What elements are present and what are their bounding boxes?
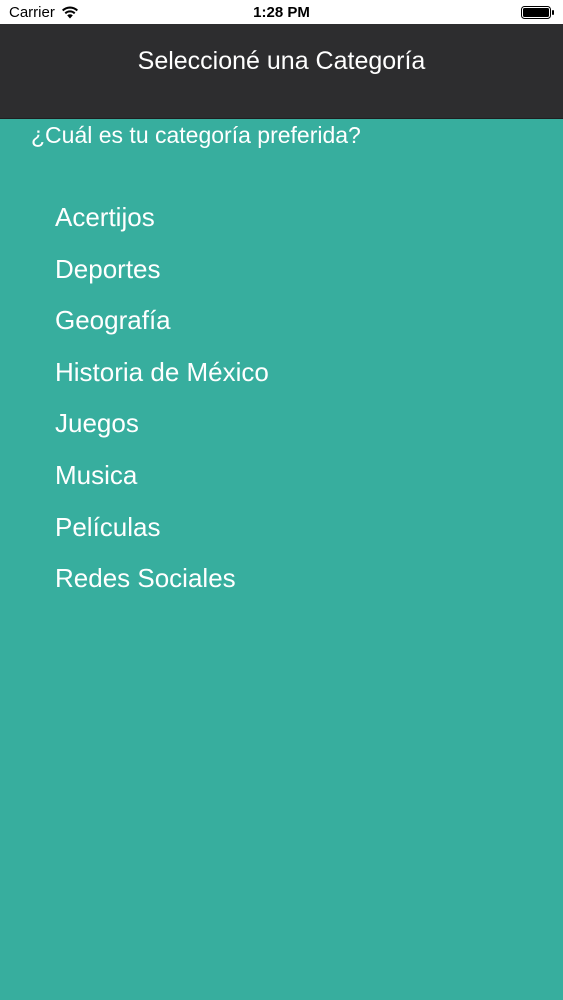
category-item-deportes[interactable]: Deportes — [55, 249, 269, 301]
category-item-historia-de-mexico[interactable]: Historia de México — [55, 352, 269, 404]
category-item-juegos[interactable]: Juegos — [55, 403, 269, 455]
category-item-redes-sociales[interactable]: Redes Sociales — [55, 558, 269, 610]
category-list: Acertijos Deportes Geografía Historia de… — [55, 197, 269, 610]
category-item-peliculas[interactable]: Películas — [55, 507, 269, 559]
category-item-geografia[interactable]: Geografía — [55, 300, 269, 352]
nav-title: Seleccioné una Categoría — [137, 47, 426, 75]
navigation-bar: Seleccioné una Categoría — [0, 24, 563, 119]
category-item-acertijos[interactable]: Acertijos — [55, 197, 269, 249]
category-question: ¿Cuál es tu categoría preferida? — [31, 122, 361, 148]
battery-icon — [521, 6, 554, 19]
status-bar: Carrier 1:28 PM — [0, 0, 563, 24]
status-time: 1:28 PM — [253, 4, 310, 21]
category-item-musica[interactable]: Musica — [55, 455, 269, 507]
